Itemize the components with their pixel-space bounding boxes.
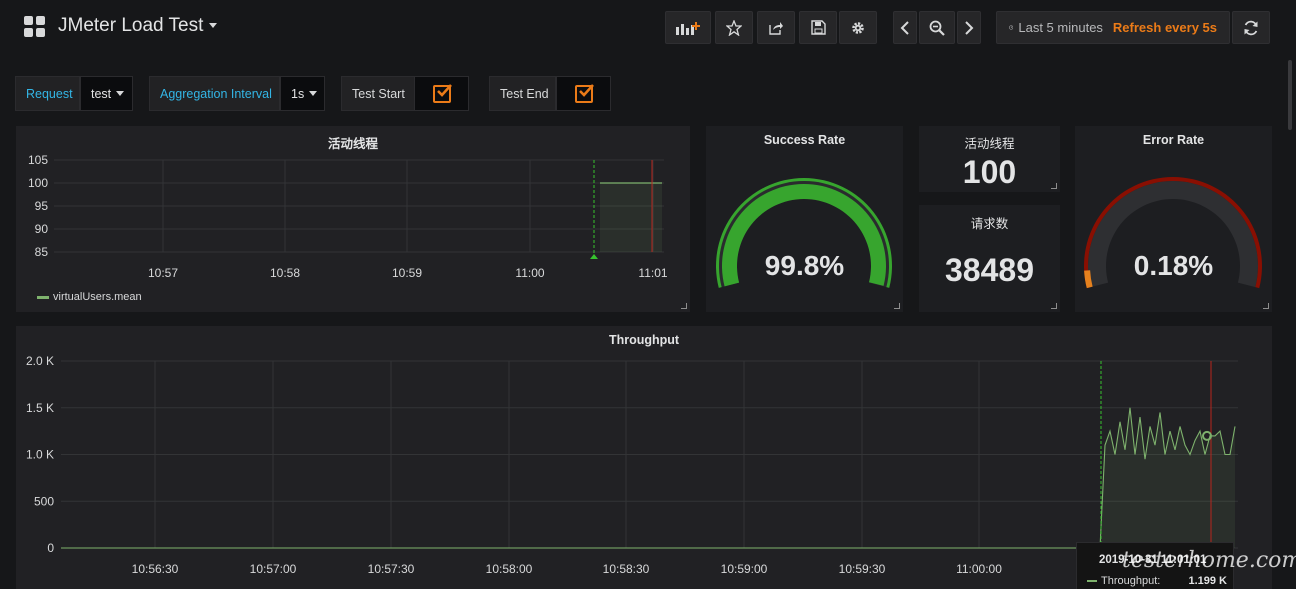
add-panel-button[interactable] — [665, 11, 711, 44]
x-tick-label: 10:57:30 — [368, 562, 415, 576]
panel-resize-handle[interactable] — [681, 303, 687, 309]
error-rate-gauge — [1084, 177, 1262, 289]
test-end-label: Test End — [489, 76, 556, 111]
x-tick-label: 10:59 — [392, 266, 422, 280]
add-panel-icon — [676, 21, 700, 35]
panel-resize-handle[interactable] — [1051, 183, 1057, 189]
time-range-label: Last 5 minutes — [1018, 20, 1103, 35]
panel-resize-handle[interactable] — [894, 303, 900, 309]
clock-icon — [1009, 25, 1014, 30]
y-tick-label: 90 — [35, 222, 49, 236]
caret-down-icon — [116, 91, 125, 96]
star-icon — [726, 19, 742, 36]
request-variable-dropdown[interactable]: test — [80, 76, 133, 111]
test-start-toggle[interactable] — [414, 76, 469, 111]
request-variable-value: test — [91, 86, 112, 101]
x-tick-label: 10:58 — [270, 266, 300, 280]
x-tick-label: 11:00 — [515, 266, 544, 280]
refresh-icon — [1244, 20, 1258, 35]
interval-variable-value: 1s — [291, 86, 305, 101]
request-variable-label: Request — [15, 76, 80, 111]
tooltip-series-row: Throughput: 1.199 K — [1087, 575, 1227, 587]
caret-down-icon — [309, 91, 318, 96]
x-tick-label: 10:58:30 — [603, 562, 650, 576]
x-tick-label: 11:01 — [638, 266, 667, 280]
threads-line-chart[interactable]: 85 90 95 100 105 10:57 10:58 10:59 11:00 11:01 — [16, 126, 690, 312]
success-rate-value: 99.8% — [764, 250, 845, 281]
y-tick-label: 1.5 K — [26, 401, 54, 415]
legend-swatch — [37, 295, 49, 299]
x-tick-label: 10:57:00 — [250, 562, 297, 576]
refresh-button[interactable] — [1232, 11, 1270, 44]
test-end-toggle[interactable] — [556, 76, 611, 111]
y-tick-label: 2.0 K — [26, 354, 54, 368]
tooltip-series-value: 1.199 K — [1188, 575, 1227, 587]
success-rate-gauge — [716, 178, 892, 288]
x-tick-label: 10:57 — [148, 266, 178, 280]
chevron-down-icon — [209, 23, 218, 29]
y-tick-label: 500 — [34, 494, 54, 508]
threads-stat-value: 100 — [962, 154, 1017, 190]
chevron-left-icon — [900, 20, 909, 35]
dashboard-title[interactable]: JMeter Load Test — [58, 15, 218, 37]
refresh-interval-label: Refresh every 5s — [1112, 20, 1217, 35]
x-tick-label: 10:56:30 — [132, 562, 179, 576]
x-tick-label: 11:00:00 — [956, 562, 1002, 576]
dashboard-grid-icon[interactable] — [24, 16, 46, 38]
interval-variable-label: Aggregation Interval — [149, 76, 280, 111]
save-icon — [810, 20, 826, 35]
y-tick-label: 85 — [35, 245, 49, 259]
checkbox-checked-icon — [574, 83, 594, 103]
threads-legend-label: virtualUsers.mean — [53, 291, 142, 303]
series-line — [61, 407, 1236, 549]
y-tick-label: 105 — [28, 153, 48, 167]
requests-stat-value: 38489 — [945, 252, 1034, 288]
series-area — [600, 183, 662, 252]
tooltip-series-name: Throughput: — [1101, 575, 1161, 587]
y-tick-label: 100 — [28, 176, 48, 190]
save-button[interactable] — [799, 11, 837, 44]
time-picker[interactable]: Last 5 minutes Refresh every 5s — [996, 11, 1230, 44]
share-button[interactable] — [757, 11, 795, 44]
threads-legend[interactable]: virtualUsers.mean — [37, 291, 142, 303]
top-navbar: JMeter Load Test Last 5 minutes Refresh … — [0, 0, 1296, 56]
x-tick-label: 10:59:00 — [721, 562, 768, 576]
requests-stat-panel: 请求数 38489 — [919, 205, 1060, 312]
star-button[interactable] — [715, 11, 753, 44]
requests-stat-title[interactable]: 请求数 — [919, 213, 1060, 232]
time-forward-button[interactable] — [957, 11, 981, 44]
y-tick-label: 1.0 K — [26, 448, 54, 462]
zoom-out-icon — [929, 20, 945, 36]
interval-variable-dropdown[interactable]: 1s — [280, 76, 325, 111]
y-tick-label: 95 — [35, 199, 49, 213]
annotation-marker — [590, 254, 598, 259]
legend-swatch — [1087, 580, 1097, 582]
checkbox-checked-icon — [432, 83, 452, 103]
gear-icon — [852, 21, 864, 34]
time-back-button[interactable] — [893, 11, 917, 44]
panel-resize-handle[interactable] — [1051, 303, 1057, 309]
panel-resize-handle[interactable] — [1263, 303, 1269, 309]
error-rate-panel: Error Rate 0.18% — [1075, 126, 1272, 312]
y-tick-label: 0 — [47, 541, 54, 555]
dashboard-title-text: JMeter Load Test — [58, 15, 204, 36]
success-rate-panel: Success Rate 99.8% — [706, 126, 903, 312]
error-rate-value: 0.18% — [1133, 250, 1214, 281]
page-scrollbar[interactable] — [1288, 60, 1292, 130]
threads-graph-panel: 活动线程 85 90 95 100 105 10:57 10:58 10:59 11:00 11:… — [16, 126, 690, 312]
x-tick-label: 10:58:00 — [486, 562, 533, 576]
watermark: testerhome.com — [1122, 548, 1296, 573]
settings-button[interactable] — [839, 11, 877, 44]
test-start-label: Test Start — [341, 76, 415, 111]
threads-stat-title[interactable]: 活动线程 — [919, 133, 1060, 152]
chevron-right-icon — [965, 20, 974, 35]
x-tick-label: 10:59:30 — [839, 562, 886, 576]
threads-stat-panel: 活动线程 100 — [919, 126, 1060, 192]
zoom-out-button[interactable] — [919, 11, 955, 44]
series-area — [61, 407, 1235, 548]
share-icon — [769, 21, 783, 35]
